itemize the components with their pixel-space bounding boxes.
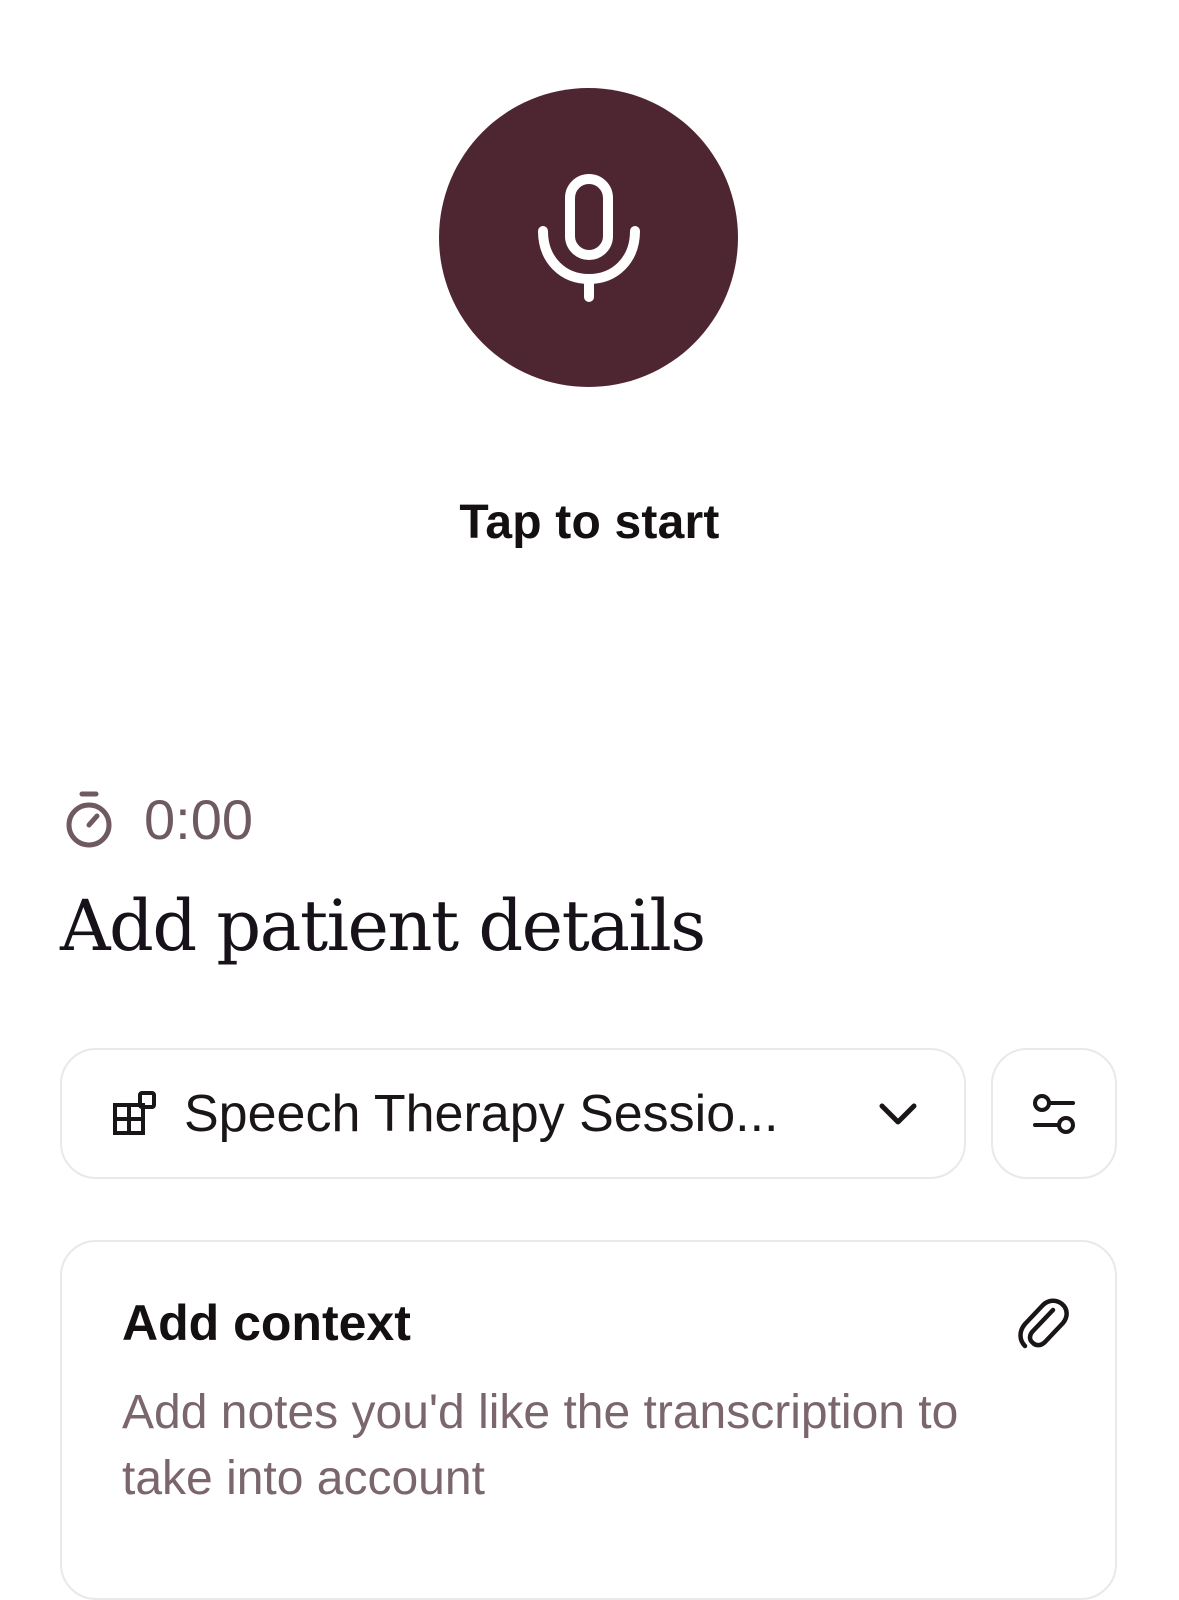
- timer-value: 0:00: [144, 788, 253, 851]
- template-settings-button[interactable]: [991, 1048, 1117, 1179]
- add-context-title: Add context: [122, 1295, 411, 1351]
- page-title: Add patient details: [60, 885, 706, 967]
- add-context-card[interactable]: Add context Add notes you'd like the tra…: [60, 1240, 1117, 1600]
- record-button[interactable]: [439, 88, 738, 387]
- recording-timer: 0:00: [64, 788, 253, 852]
- context-notes-field[interactable]: Add notes you'd like the transcription t…: [122, 1380, 1062, 1512]
- paperclip-icon[interactable]: [1017, 1296, 1069, 1357]
- sliders-icon: [1033, 1093, 1075, 1134]
- chevron-down-icon: [879, 1103, 917, 1124]
- template-dropdown[interactable]: Speech Therapy Sessio...: [60, 1048, 966, 1179]
- tap-to-start-label: Tap to start: [459, 496, 720, 549]
- microphone-icon: [537, 173, 640, 302]
- template-blocks-icon: [113, 1090, 156, 1135]
- template-selected-value: Speech Therapy Sessio...: [184, 1084, 779, 1143]
- stopwatch-icon: [66, 791, 112, 848]
